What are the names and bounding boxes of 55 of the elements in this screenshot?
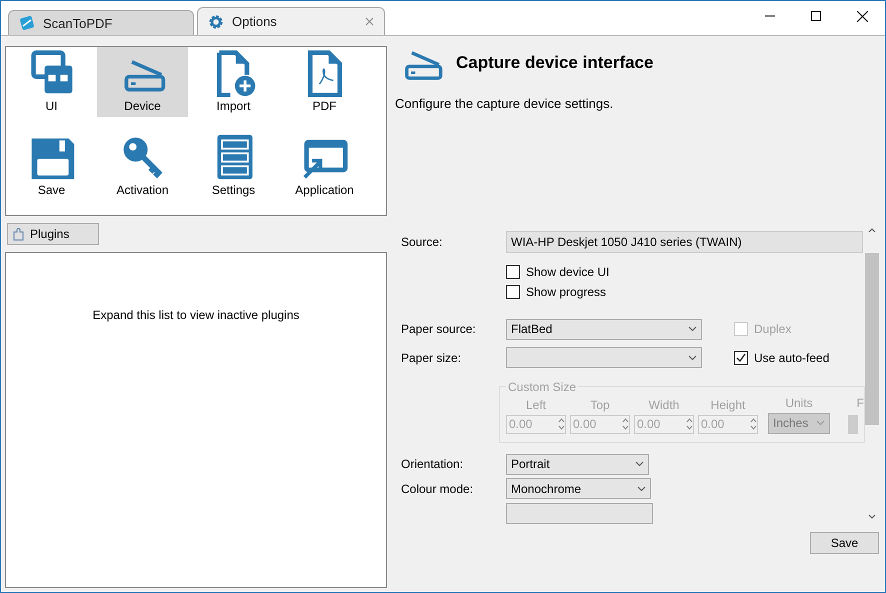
tab[interactable]: ScanToPDF [8,10,194,35]
column-label: Width [648,398,680,412]
scroll-down-icon[interactable] [868,514,876,520]
option-item[interactable]: Activation [97,131,188,201]
section-description: Configure the capture device settings. [395,96,614,113]
tab[interactable]: Options [197,7,385,35]
group-title: Custom Size [507,380,578,394]
plugins-button[interactable]: Plugins [7,223,99,245]
close-icon[interactable] [365,17,374,26]
option-item[interactable]: Application [279,131,370,201]
field-label: Orientation: [401,457,464,472]
checkbox-label: Use auto-feed [754,350,830,365]
dropdown[interactable] [506,347,702,368]
dropdown[interactable]: FlatBed [506,318,702,340]
checkbox-label: Duplex [754,322,792,336]
option-item[interactable]: UI [6,47,97,117]
dropdown[interactable] [506,503,653,524]
app-logo-icon [19,15,35,31]
column-label: Left [526,398,546,412]
chevron-down-icon [635,461,644,468]
checkbox-label: Show progress [526,285,606,300]
chevron-down-icon [816,420,825,426]
section-title: Capture device interface [456,53,654,73]
field-label: Source: [401,235,444,249]
dropdown[interactable]: Monochrome [506,478,651,500]
checkbox[interactable] [506,265,520,280]
gear-icon [208,14,224,30]
column-label: Top [590,398,610,412]
option-item[interactable]: Settings [188,131,279,201]
maximize-icon [811,11,821,21]
field-label: Colour mode: [401,482,474,496]
puzzle-icon [12,227,26,241]
option-item[interactable]: PDF [279,47,370,117]
chevron-down-icon [688,354,697,361]
save-button[interactable]: Save [810,532,879,554]
close-icon [856,10,868,22]
option-item[interactable]: Device [97,47,188,117]
checkbox[interactable] [734,350,748,365]
field-label: Paper source: [401,322,477,336]
chevron-down-icon [688,326,697,332]
column-label: Height [710,398,746,412]
checkbox-label: Show device UI [526,265,610,280]
scroll-up-icon[interactable] [868,227,876,233]
plugins-list[interactable]: Expand this list to view inactive plugins [5,252,387,588]
column-label: F [856,396,864,410]
empty-list-message: Expand this list to view inactive plugins [92,308,300,324]
cut-off-control [848,414,858,434]
option-item[interactable]: Save [6,131,97,201]
checkbox[interactable] [506,285,520,300]
source-field[interactable]: WIA-HP Deskjet 1050 J410 series (TWAIN) [506,231,863,253]
option-item[interactable]: Import [188,47,279,117]
column-label: Units [785,396,813,410]
dropdown[interactable]: Portrait [506,454,649,475]
chevron-down-icon [637,486,646,492]
field-label: Paper size: [401,350,462,365]
